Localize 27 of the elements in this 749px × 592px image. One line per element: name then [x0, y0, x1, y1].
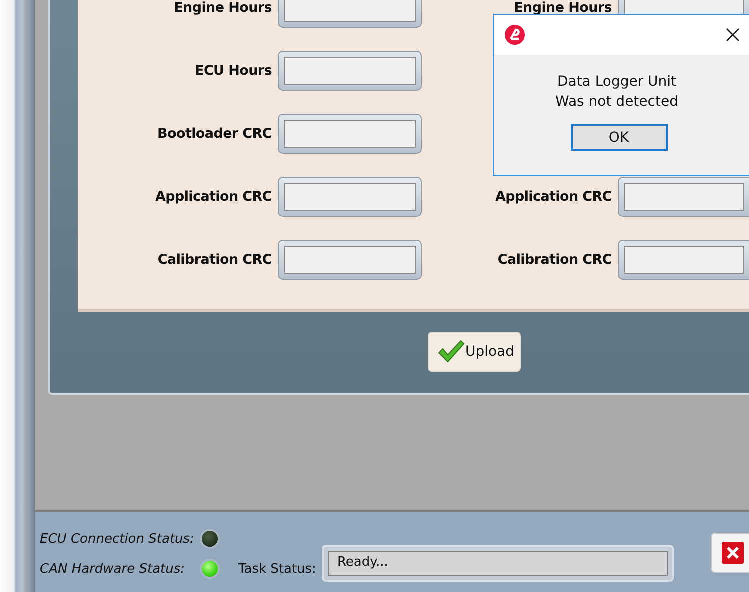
field-label: Engine Hours — [173, 0, 272, 16]
field-label: ECU Hours — [194, 63, 272, 79]
text-field[interactable] — [278, 114, 422, 154]
field-label: Calibration CRC — [496, 252, 612, 268]
field-label: Engine Hours — [513, 0, 612, 16]
text-field[interactable] — [278, 0, 422, 28]
dialog-message: Data Logger Unit Was not detected — [554, 73, 680, 112]
text-field[interactable] — [278, 177, 422, 217]
field-label: Application CRC — [154, 189, 272, 205]
ok-button[interactable]: OK — [570, 124, 668, 151]
text-field[interactable] — [278, 51, 422, 91]
task-status-label: Task Status: — [238, 562, 316, 576]
field-label: Bootloader CRC — [156, 126, 272, 142]
status-label: ECU Connection Status: — [40, 532, 194, 546]
close-icon — [722, 542, 744, 564]
checkmark-icon — [437, 339, 466, 365]
upload-button[interactable]: Upload — [428, 332, 521, 372]
close-icon[interactable] — [726, 28, 740, 42]
text-field[interactable] — [618, 240, 749, 280]
text-field[interactable] — [618, 177, 749, 217]
app-logo-icon — [504, 24, 526, 46]
status-label: CAN Hardware Status: — [40, 562, 186, 576]
text-field[interactable] — [278, 240, 422, 280]
field-label: Application CRC — [494, 189, 612, 205]
field-label: Calibration CRC — [156, 252, 272, 268]
close-button[interactable] — [711, 533, 749, 573]
task-status-field: Ready... — [322, 545, 674, 582]
